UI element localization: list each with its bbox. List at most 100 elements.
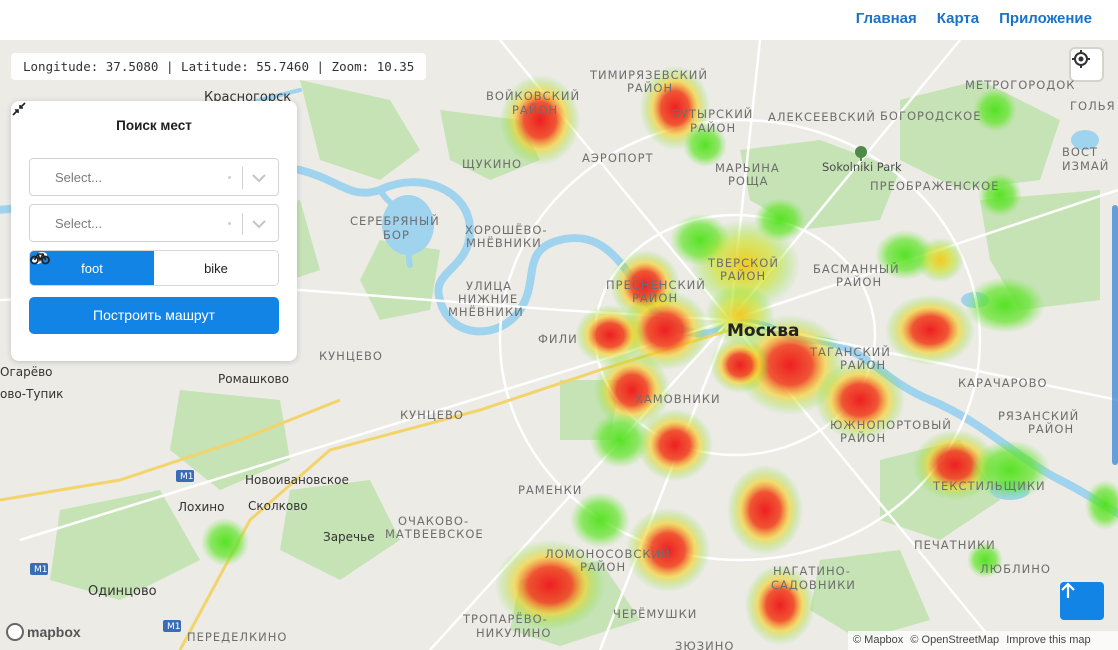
geolocate-button[interactable] [1071, 49, 1102, 80]
map-label: РАЙОН [690, 120, 736, 135]
map-label: МНЁВНИКИ [466, 235, 542, 250]
map-label: Заречье [323, 530, 375, 544]
collapse-icon[interactable] [11, 101, 27, 117]
map-attribution: © Mapbox © OpenStreetMap Improve this ma… [848, 631, 1118, 650]
bicycle-icon [30, 253, 50, 265]
mode-foot-label: foot [81, 260, 103, 276]
coordinates-readout: Longitude: 37.5080 | Latitude: 55.7460 |… [11, 53, 427, 80]
map-label: Лохино [178, 500, 224, 514]
map-label: ово-Тупик [0, 387, 63, 401]
nav-link-home[interactable]: Главная [856, 10, 917, 27]
mapbox-icon [6, 623, 24, 641]
map-label: БОР [383, 228, 410, 242]
map-label: КАРАЧАРОВО [958, 376, 1048, 390]
map-label: РАЙОН [840, 430, 886, 445]
attribution-osm-link[interactable]: © OpenStreetMap [910, 634, 999, 646]
map-label: РАЙОН [580, 559, 626, 574]
map-label: РАЙОН [836, 274, 882, 289]
map-label: ЛОМОНОСОВСКИЙ [545, 546, 671, 561]
map-label: ЗЮЗИНО [675, 639, 734, 650]
map-label: НИЖНИЕ [458, 292, 518, 306]
map-label: ТАГАНСКИЙ [809, 344, 891, 359]
map-label: РАМЕНКИ [518, 483, 582, 497]
page-scrollbar[interactable] [1112, 205, 1118, 465]
map-label: ЮЖНОПОРТОВЫЙ [830, 417, 952, 432]
mapbox-logo-text: mapbox [27, 624, 81, 640]
select-separator [242, 167, 243, 189]
loading-dot [228, 222, 231, 225]
mode-bike-button[interactable]: bike [30, 251, 278, 285]
map-label: ТВЕРСКОЙ [707, 255, 779, 270]
map-label: ВОЙКОВСКИЙ [486, 88, 580, 103]
map-label: ФИЛИ [538, 332, 578, 346]
map-label: ПЕРЕДЕЛКИНО [187, 630, 287, 644]
map-label: НАГАТИНО- [773, 564, 851, 578]
map-label: ОЧАКОВО- [398, 514, 469, 528]
mode-bike-label: bike [204, 260, 228, 276]
map-label: УЛИЦА [466, 279, 512, 293]
from-place-placeholder: Select... [55, 170, 102, 185]
map-label: ТЕКСТИЛЬЩИКИ [932, 479, 1046, 493]
map-label: АЭРОПОРТ [582, 151, 654, 165]
map-label: РОЩА [728, 174, 768, 188]
attribution-improve-link[interactable]: Improve this map [1006, 634, 1090, 646]
nav-link-app[interactable]: Приложение [999, 10, 1092, 27]
map-label: БОГОРОДСКОЕ [880, 109, 982, 123]
map-label: ВОСТ [1062, 145, 1098, 159]
map-label: РАЙОН [512, 102, 558, 117]
map-label: РАЙОН [840, 357, 886, 372]
map-label: САДОВНИКИ [771, 578, 856, 592]
map-label: РАЙОН [627, 80, 673, 95]
map-canvas[interactable]: Красногорск ВОЙКОВСКИЙ РАЙОН ТИМИРЯЗЕВСК… [0, 40, 1118, 650]
map-label: РАЙОН [720, 268, 766, 283]
select-separator [242, 213, 243, 235]
map-label: ХОРОШЁВО- [465, 222, 548, 237]
map-label: ХАМОВНИКИ [635, 392, 721, 406]
build-route-button[interactable]: Построить машрут [29, 297, 279, 334]
map-label: КУНЦЕВО [400, 408, 464, 422]
map-label: МАТВЕЕВСКОЕ [385, 527, 484, 541]
map-label: ПРЕСНЕНСКИЙ [606, 277, 706, 292]
map-label: Огарёво [0, 365, 53, 379]
chevron-down-icon[interactable] [250, 216, 268, 232]
map-label: МЕТРОГОРОДОК [965, 78, 1075, 92]
mapbox-logo[interactable]: mapbox [6, 623, 81, 641]
panel-title: Поиск мест [116, 118, 192, 133]
map-label: БАСМАННЫЙ [813, 261, 900, 276]
map-label: АЛЕКСЕЕВСКИЙ [768, 109, 876, 124]
place-search-panel: Поиск мест Select... Select... foot bike… [11, 101, 297, 361]
city-label: Москва [727, 321, 799, 341]
loading-dot [228, 176, 231, 179]
top-navbar: Главная Карта Приложение [0, 0, 1118, 40]
map-label: НИКУЛИНО [476, 626, 551, 640]
map-label: СЕРЕБРЯНЫЙ [350, 213, 440, 228]
from-place-select[interactable]: Select... [29, 158, 279, 196]
scroll-to-top-button[interactable] [1060, 582, 1104, 620]
map-label: ТИМИРЯЗЕВСКИЙ [589, 67, 708, 82]
highway-shield-label: M1 [180, 472, 194, 482]
chevron-down-icon[interactable] [250, 170, 268, 186]
crosshair-icon [1072, 50, 1090, 68]
map-label: БУТЫРСКИЙ [672, 106, 753, 121]
map-label: ЧЕРЁМУШКИ [613, 606, 697, 621]
highway-shield-label: M1 [167, 622, 181, 632]
map-label: ПРЕОБРАЖЕНСКОЕ [870, 179, 999, 193]
map-label: Sokolniki Park [822, 160, 902, 174]
top-nav-links: Главная Карта Приложение [856, 10, 1092, 27]
nav-link-map[interactable]: Карта [937, 10, 979, 27]
map-label: ПЕЧАТНИКИ [914, 538, 996, 552]
arrow-up-icon [1061, 582, 1075, 598]
map-label: ЛЮБЛИНО [980, 562, 1051, 576]
attribution-mapbox-link[interactable]: © Mapbox [853, 634, 903, 646]
map-label: РАЙОН [632, 290, 678, 305]
to-place-select[interactable]: Select... [29, 204, 279, 242]
map-label: ИЗМАЙ [1062, 158, 1109, 173]
map-label: РАЙОН [1028, 421, 1074, 436]
map-label: Одинцово [88, 584, 157, 599]
map-label: КУНЦЕВО [319, 349, 383, 363]
travel-mode-toggle: foot bike [29, 250, 279, 286]
map-label: Сколково [248, 499, 308, 513]
highway-shield-label: M1 [34, 565, 48, 575]
map-label: ЩУКИНО [462, 157, 522, 171]
map-label: ГОЛЬЯ [1070, 99, 1116, 113]
